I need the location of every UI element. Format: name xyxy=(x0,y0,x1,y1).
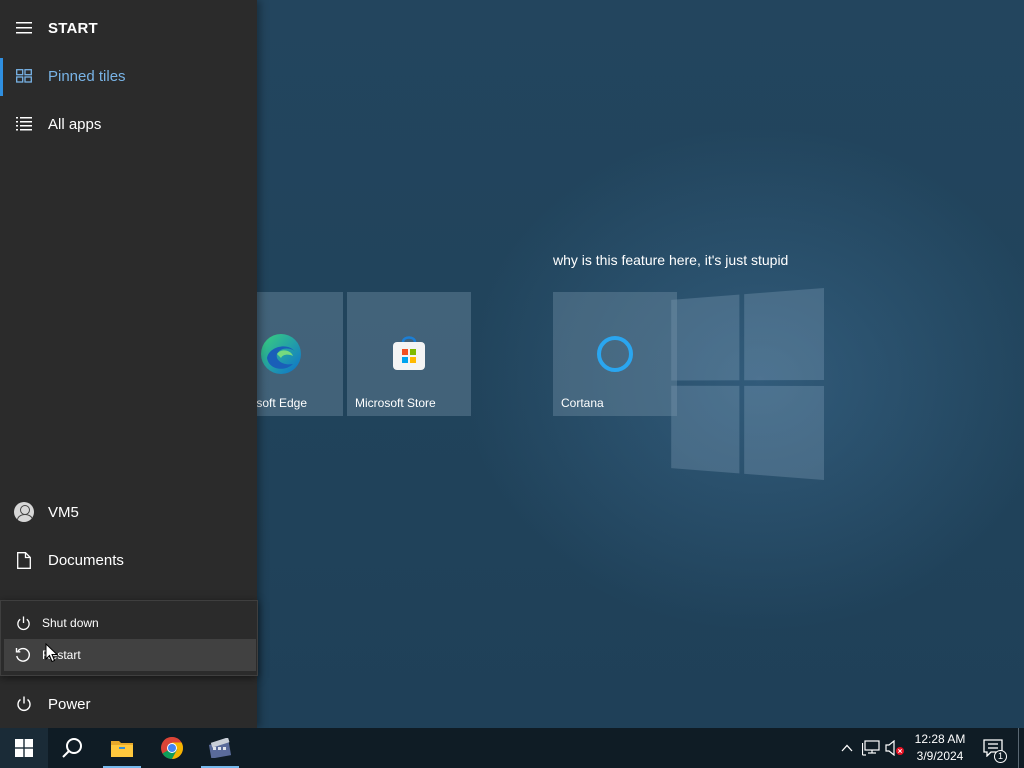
documents-label: Documents xyxy=(48,551,124,569)
network-icon xyxy=(862,740,880,756)
power-icon xyxy=(0,680,48,728)
start-button[interactable] xyxy=(0,728,48,768)
clock-time: 12:28 AM xyxy=(914,732,966,746)
network-tray-button[interactable] xyxy=(859,728,883,768)
user-account-button[interactable]: VM5 xyxy=(0,488,257,536)
tile-cortana[interactable]: Cortana xyxy=(553,292,677,416)
tile-label: Microsoft Store xyxy=(355,396,436,410)
store-icon xyxy=(393,336,425,370)
volume-tray-button[interactable] xyxy=(883,728,907,768)
tile-label: Microsoft Edge xyxy=(257,396,308,410)
action-center-button[interactable]: 1 xyxy=(978,728,1008,768)
tile-microsoft-store[interactable]: Microsoft Store xyxy=(347,292,471,416)
notification-count-badge: 1 xyxy=(994,750,1007,763)
all-apps-label: All apps xyxy=(48,115,102,133)
chevron-up-icon xyxy=(841,744,853,752)
pinned-tiles-label: Pinned tiles xyxy=(48,67,126,85)
edge-icon xyxy=(261,334,301,374)
volume-muted-icon xyxy=(885,740,904,756)
cortana-icon xyxy=(597,336,633,372)
clock-button[interactable]: 12:28 AM 3/9/2024 xyxy=(910,731,970,765)
film-icon xyxy=(209,738,231,758)
documents-button[interactable]: Documents xyxy=(0,536,257,584)
avatar xyxy=(14,502,34,522)
tiles-icon xyxy=(0,52,48,100)
document-icon xyxy=(0,536,48,584)
search-button[interactable] xyxy=(48,728,96,768)
tile-microsoft-edge[interactable]: Microsoft Edge xyxy=(257,292,343,416)
chrome-button[interactable] xyxy=(148,728,196,768)
tile-label: Cortana xyxy=(561,396,604,410)
windows-icon xyxy=(15,739,33,757)
power-label: Power xyxy=(48,695,91,713)
shut-down-label: Shut down xyxy=(42,616,99,630)
show-hidden-icons-button[interactable] xyxy=(835,728,859,768)
mouse-cursor-icon xyxy=(45,643,59,663)
show-desktop-button[interactable] xyxy=(1018,728,1019,768)
pinned-tiles-button[interactable]: Pinned tiles xyxy=(0,52,257,100)
user-name-label: VM5 xyxy=(48,503,79,521)
start-header-button[interactable]: START xyxy=(0,4,257,52)
list-icon xyxy=(0,100,48,148)
power-icon xyxy=(4,607,42,639)
search-icon xyxy=(62,738,82,758)
windows-wallpaper-logo xyxy=(671,288,824,480)
power-options-flyout: Shut down Restart xyxy=(0,600,258,676)
power-button[interactable]: Power xyxy=(0,680,257,728)
restart-option[interactable]: Restart xyxy=(4,639,256,671)
start-header-label: START xyxy=(48,19,98,37)
file-explorer-button[interactable] xyxy=(98,728,146,768)
folder-icon xyxy=(111,741,133,757)
video-app-button[interactable] xyxy=(196,728,244,768)
taskbar: 12:28 AM 3/9/2024 1 xyxy=(0,728,1024,768)
hamburger-icon xyxy=(0,4,48,52)
tile-group-title[interactable]: why is this feature here, it's just stup… xyxy=(553,252,788,268)
clock-date: 3/9/2024 xyxy=(916,749,964,763)
shut-down-option[interactable]: Shut down xyxy=(4,607,256,639)
all-apps-button[interactable]: All apps xyxy=(0,100,257,148)
chrome-icon xyxy=(161,737,183,759)
restart-icon xyxy=(4,639,42,671)
